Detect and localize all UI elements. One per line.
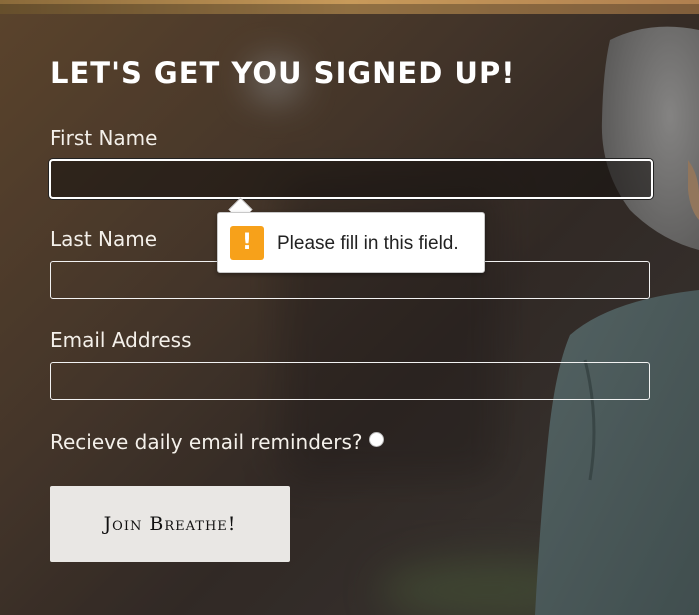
last-name-label: Last Name <box>50 227 158 251</box>
warning-icon: ! <box>230 226 264 260</box>
validation-tooltip: ! Please fill in this field. <box>217 212 485 273</box>
signup-page: LET'S GET YOU SIGNED UP! First Name Last… <box>0 0 699 615</box>
first-name-label: First Name <box>50 126 158 150</box>
email-address-input[interactable] <box>50 362 650 400</box>
reminders-radio[interactable] <box>369 432 384 447</box>
reminders-label: Recieve daily email reminders? <box>50 430 363 454</box>
validation-message: Please fill in this field. <box>277 233 459 254</box>
first-name-input[interactable] <box>49 159 653 199</box>
email-address-label: Email Address <box>50 328 192 352</box>
page-title: LET'S GET YOU SIGNED UP! <box>50 56 516 90</box>
join-button[interactable]: Join Breathe! <box>50 486 290 562</box>
